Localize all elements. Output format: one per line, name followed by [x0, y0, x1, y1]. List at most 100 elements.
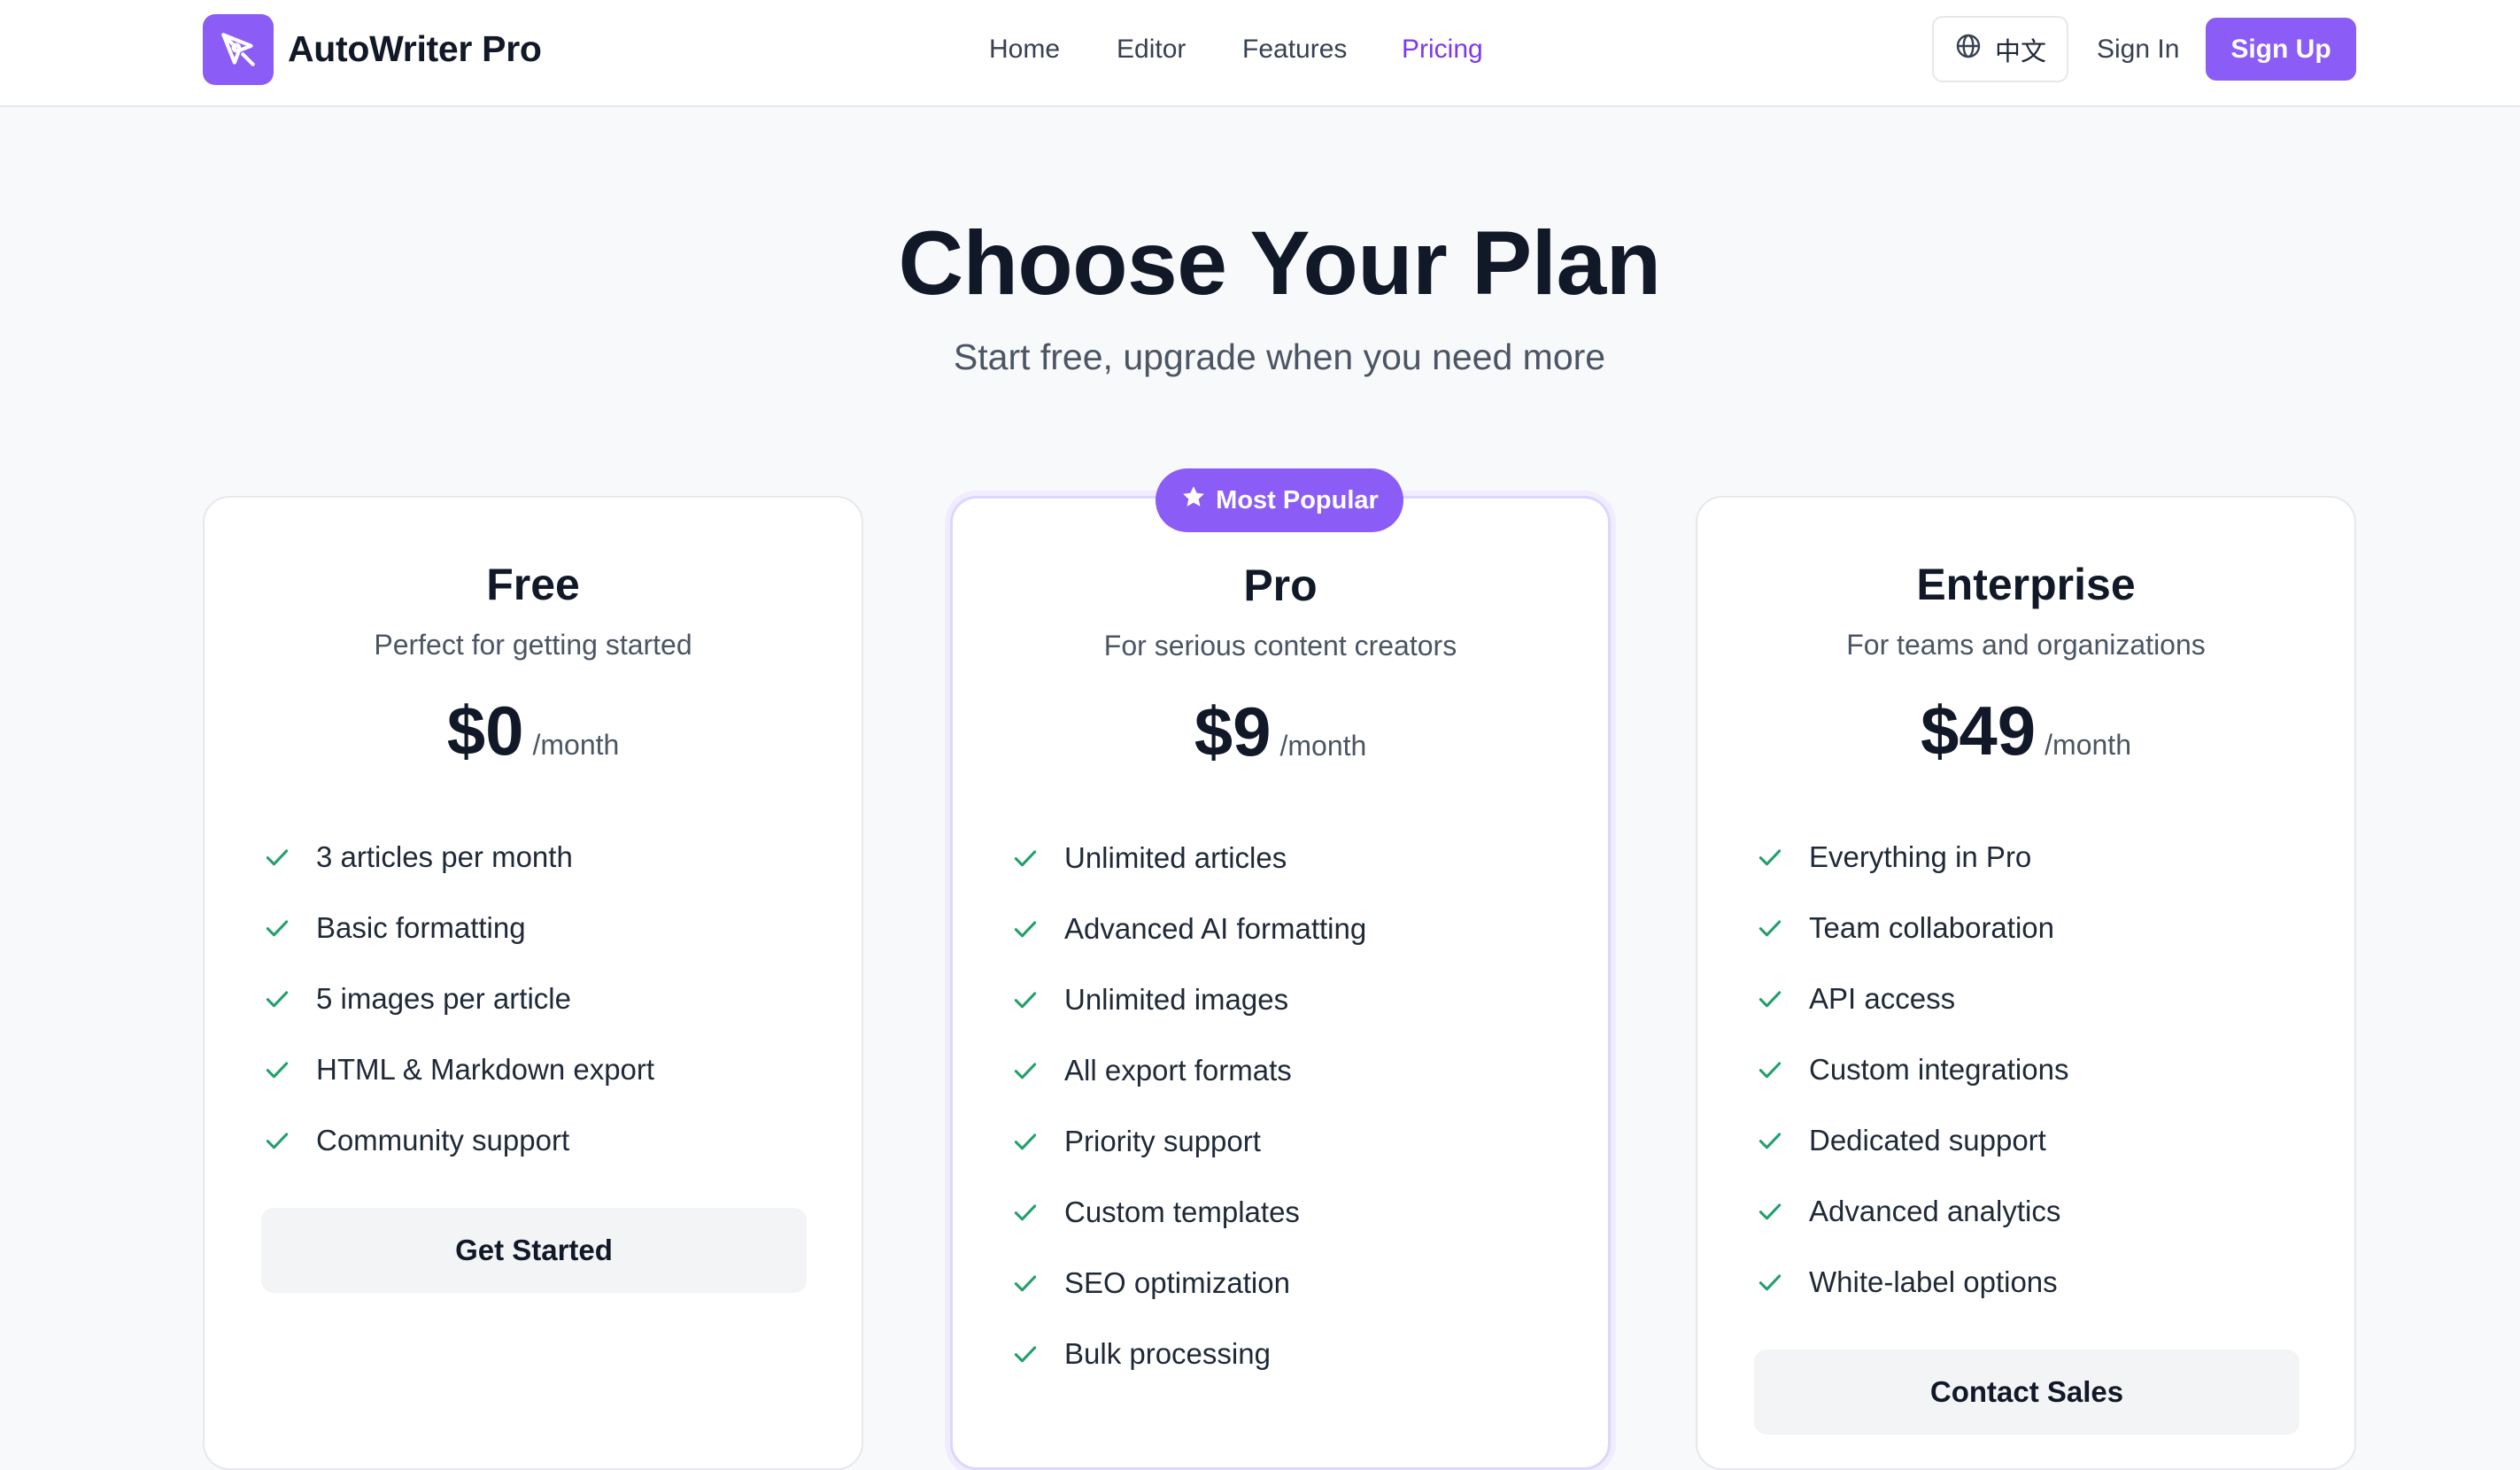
price-period: /month — [1279, 730, 1367, 762]
feature-label: Community support — [316, 1124, 570, 1157]
sign-up-button[interactable]: Sign Up — [2206, 18, 2356, 81]
feature-label: 3 articles per month — [316, 840, 573, 873]
feature-label: White-label options — [1809, 1265, 2058, 1298]
feature-item: Basic formatting — [261, 893, 654, 963]
plan-price: $9 /month — [953, 692, 1608, 771]
feature-item: Priority support — [1009, 1106, 1366, 1177]
plan-description: For teams and organizations — [1846, 629, 2206, 661]
nav-editor[interactable]: Editor — [1117, 32, 1186, 67]
feature-label: Bulk processing — [1064, 1337, 1271, 1370]
check-icon — [1754, 841, 1786, 873]
site-header: AutoWriter Pro Home Editor Features Pric… — [0, 0, 2520, 107]
plan-name: Enterprise — [1916, 560, 2136, 609]
feature-label: Advanced AI formatting — [1064, 912, 1367, 945]
check-icon — [1009, 913, 1041, 945]
feature-label: Unlimited images — [1064, 983, 1289, 1016]
plan-description: For serious content creators — [1103, 630, 1457, 662]
feature-item: API access — [1754, 963, 2068, 1034]
check-icon — [261, 912, 293, 944]
nav-pricing[interactable]: Pricing — [1402, 32, 1483, 67]
feature-list: 3 articles per month Basic formatting 5 im… — [261, 822, 654, 1176]
most-popular-badge: Most Popular — [1156, 468, 1403, 532]
feature-item: SEO optimization — [1009, 1248, 1366, 1319]
feature-label: API access — [1809, 982, 1956, 1015]
feature-item: 5 images per article — [261, 963, 654, 1034]
feature-label: Priority support — [1064, 1125, 1261, 1157]
check-icon — [1009, 1267, 1041, 1299]
feature-label: SEO optimization — [1064, 1266, 1290, 1299]
plan-price: $49 /month — [1697, 691, 2354, 770]
feature-item: All export formats — [1009, 1035, 1366, 1106]
check-icon — [261, 1054, 293, 1086]
check-icon — [1009, 1055, 1041, 1087]
page-subtitle: Start free, upgrade when you need more — [953, 337, 1606, 377]
price-period: /month — [532, 729, 620, 761]
feature-label: Unlimited articles — [1064, 841, 1287, 874]
language-label: 中文 — [1994, 37, 2046, 66]
feature-item: Community support — [261, 1105, 654, 1176]
plan-name: Free — [486, 560, 580, 609]
globe-icon — [1954, 32, 1983, 67]
feature-item: Everything in Pro — [1754, 822, 2068, 893]
get-started-button[interactable]: Get Started — [261, 1208, 807, 1293]
feature-label: Everything in Pro — [1809, 840, 2032, 873]
check-icon — [1754, 1125, 1786, 1157]
feature-item: 3 articles per month — [261, 822, 654, 893]
check-icon — [1754, 1195, 1786, 1227]
page-title: Choose Your Plan — [898, 213, 1661, 313]
feature-label: Dedicated support — [1809, 1124, 2046, 1157]
feature-item: Unlimited articles — [1009, 823, 1366, 894]
feature-label: Advanced analytics — [1809, 1195, 2061, 1227]
plan-card-pro: Pro For serious content creators $9 /mon… — [950, 496, 1611, 1470]
feature-item: Custom integrations — [1754, 1034, 2068, 1105]
plan-price: $0 /month — [205, 691, 862, 770]
nav-features[interactable]: Features — [1242, 32, 1347, 67]
check-icon — [1009, 842, 1041, 874]
feature-item: Custom templates — [1009, 1177, 1366, 1248]
check-icon — [261, 983, 293, 1015]
price-amount: $49 — [1921, 692, 2037, 770]
check-icon — [261, 841, 293, 873]
check-icon — [1754, 983, 1786, 1015]
feature-item: Advanced analytics — [1754, 1176, 2068, 1247]
feature-label: Custom templates — [1064, 1195, 1300, 1228]
check-icon — [1009, 984, 1041, 1016]
check-icon — [1009, 1196, 1041, 1228]
price-amount: $0 — [446, 692, 524, 770]
check-icon — [1754, 912, 1786, 944]
badge-label: Most Popular — [1216, 485, 1379, 514]
feature-item: Unlimited images — [1009, 964, 1366, 1035]
pen-nib-icon[interactable] — [203, 14, 274, 85]
check-icon — [1009, 1126, 1041, 1157]
sign-in-link[interactable]: Sign In — [2097, 32, 2179, 67]
feature-label: All export formats — [1064, 1054, 1292, 1087]
contact-sales-button[interactable]: Contact Sales — [1754, 1350, 2300, 1435]
plan-card-free: Free Perfect for getting started $0 /mon… — [203, 496, 863, 1470]
check-icon — [1009, 1338, 1041, 1370]
feature-label: Custom integrations — [1809, 1053, 2069, 1086]
feature-list: Everything in Pro Team collaboration API a… — [1754, 822, 2068, 1318]
nav-home[interactable]: Home — [989, 32, 1060, 67]
price-period: /month — [2045, 729, 2131, 761]
check-icon — [261, 1125, 293, 1157]
plan-name: Pro — [1243, 561, 1318, 610]
feature-list: Unlimited articles Advanced AI formatting… — [1009, 823, 1366, 1389]
feature-label: Team collaboration — [1809, 911, 2054, 944]
feature-item: Advanced AI formatting — [1009, 894, 1366, 964]
feature-label: 5 images per article — [316, 982, 571, 1015]
feature-item: White-label options — [1754, 1247, 2068, 1318]
star-icon — [1180, 484, 1207, 517]
brand-name[interactable]: AutoWriter Pro — [288, 27, 542, 71]
feature-item: Dedicated support — [1754, 1105, 2068, 1176]
feature-label: HTML & Markdown export — [316, 1053, 655, 1086]
feature-item: HTML & Markdown export — [261, 1034, 654, 1105]
language-switcher[interactable]: 中文 — [1932, 16, 2068, 82]
check-icon — [1754, 1266, 1786, 1298]
feature-item: Bulk processing — [1009, 1319, 1366, 1389]
feature-label: Basic formatting — [316, 911, 526, 944]
price-amount: $9 — [1194, 692, 1272, 770]
feature-item: Team collaboration — [1754, 893, 2068, 963]
plan-card-enterprise: Enterprise For teams and organizations $… — [1696, 496, 2356, 1470]
plan-description: Perfect for getting started — [374, 629, 692, 661]
check-icon — [1754, 1054, 1786, 1086]
